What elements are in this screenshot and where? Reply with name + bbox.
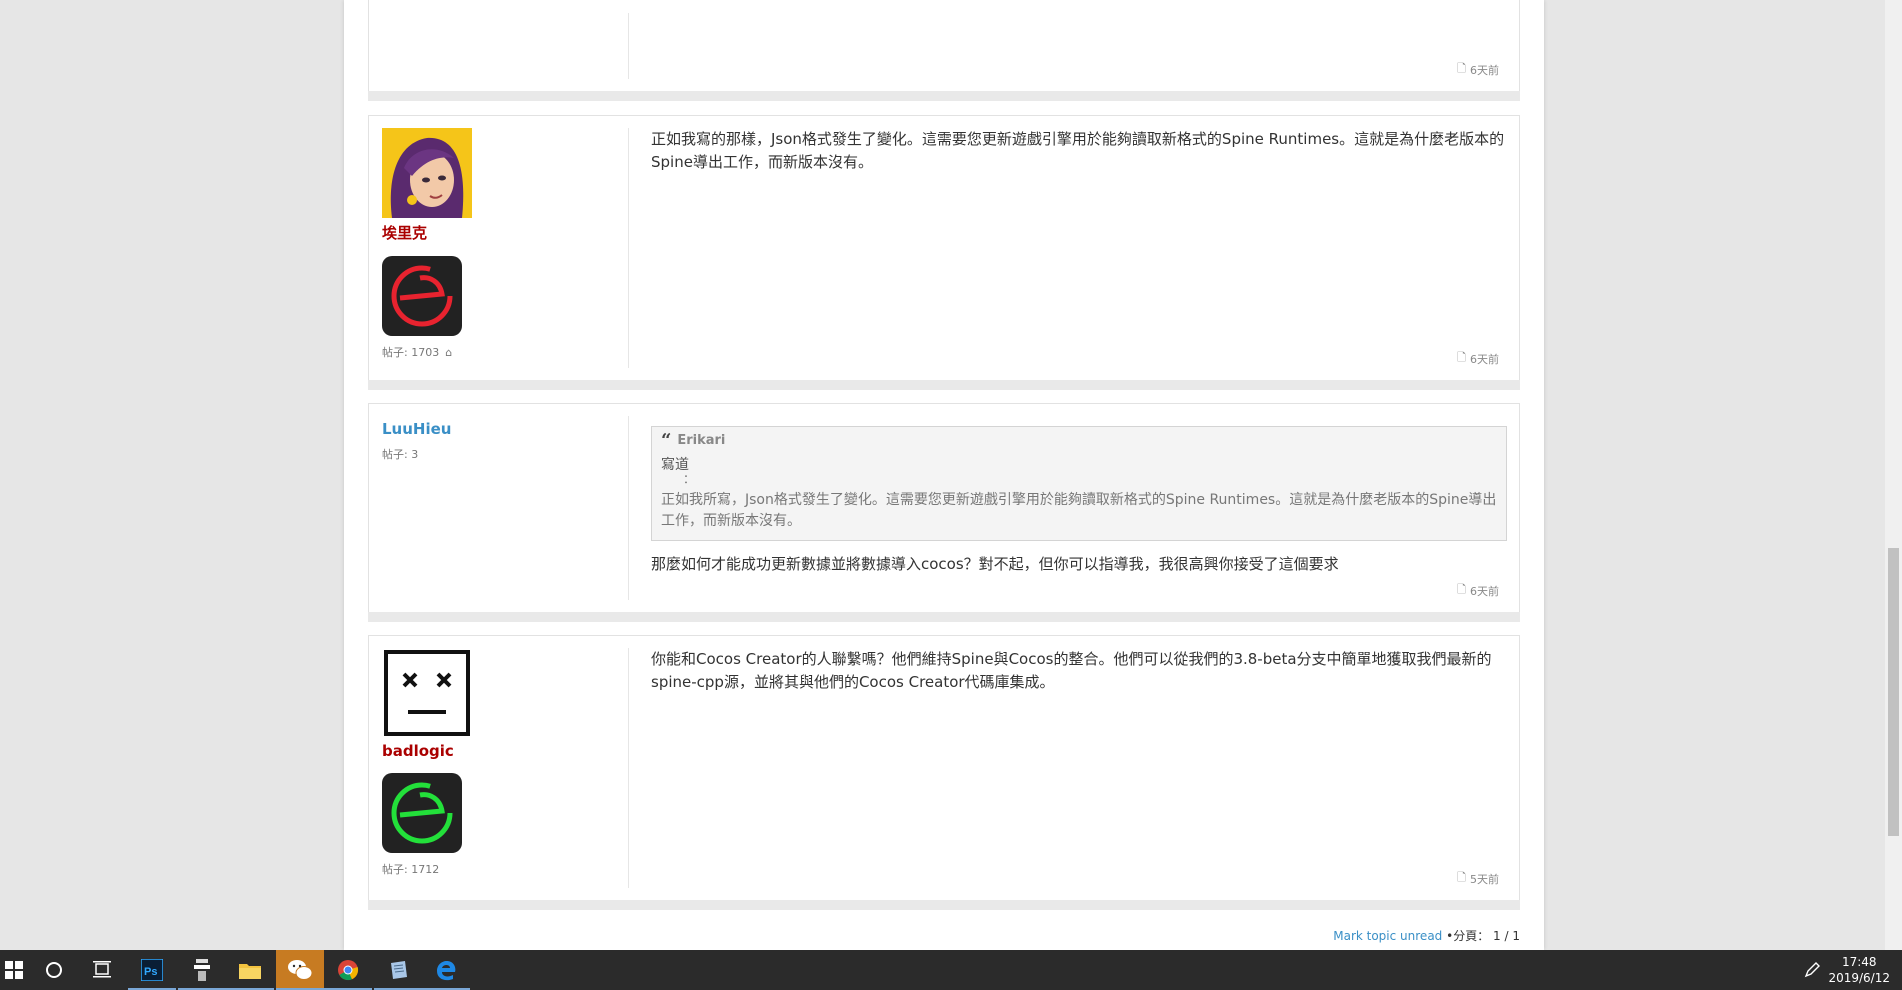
post-timestamp: 🗋 6天前 bbox=[1457, 349, 1499, 368]
quote-body: 正如我所寫，Json格式發生了變化。這需要您更新遊戲引擎用於能夠讀取新格式的Sp… bbox=[661, 492, 1497, 529]
post-content: 正如我寫的那樣，Json格式發生了變化。這需要您更新遊戲引擎用於能夠讀取新格式的… bbox=[651, 128, 1507, 174]
post-profile: badlogic 帖子: 1712 bbox=[369, 636, 629, 900]
pagination-value: 1 / 1 bbox=[1493, 929, 1520, 943]
forum-page: 🗋 6天前 埃里克 帖子: 1703 ⌂ 正如我寫的那樣，Json格式發生了變化… bbox=[344, 0, 1544, 950]
post-count: 帖子: 1712 bbox=[382, 863, 440, 876]
clock-time: 17:48 bbox=[1841, 955, 1877, 969]
post-profile bbox=[369, 0, 629, 91]
post-timestamp: 🗋 6天前 bbox=[1457, 581, 1499, 600]
topic-footer: Mark topic unread •分頁： 1 / 1 bbox=[1333, 929, 1520, 943]
post-count: 帖子: 3 bbox=[382, 448, 419, 461]
wechat-icon[interactable] bbox=[276, 950, 324, 990]
post-profile: LuuHieu 帖子: 3 bbox=[369, 404, 629, 612]
post: 埃里克 帖子: 1703 ⌂ 正如我寫的那樣，Json格式發生了變化。這需要您更… bbox=[368, 115, 1520, 390]
tool-app-icon[interactable] bbox=[178, 950, 226, 990]
mark-topic-unread-link[interactable]: Mark topic unread bbox=[1333, 929, 1442, 943]
quote-author[interactable]: Erikari bbox=[677, 433, 725, 448]
post-timestamp: 🗋 6天前 bbox=[1457, 60, 1499, 79]
file-icon: 🗋 bbox=[1457, 351, 1466, 364]
post-body: 那麼如何才能成功更新數據並將數據導入cocos？對不起，但你可以指導我，我很高興… bbox=[651, 555, 1339, 573]
task-view-icon[interactable] bbox=[78, 950, 126, 990]
username[interactable]: 埃里克 bbox=[382, 222, 628, 243]
post-body: 你能和Cocos Creator的人聯繫嗎？他們維持Spine與Cocos的整合… bbox=[651, 650, 1492, 691]
quote-icon: “ bbox=[661, 429, 672, 451]
post-profile: 埃里克 帖子: 1703 ⌂ bbox=[369, 116, 629, 380]
admin-rank-logo bbox=[382, 256, 462, 336]
avatar[interactable] bbox=[382, 128, 472, 218]
pagination-label: 分頁： bbox=[1453, 929, 1490, 943]
search-circle-icon[interactable] bbox=[30, 950, 78, 990]
avatar[interactable] bbox=[382, 648, 472, 738]
post-timestamp: 🗋 5天前 bbox=[1457, 869, 1499, 888]
username[interactable]: badlogic bbox=[382, 742, 628, 760]
post: 🗋 6天前 bbox=[368, 0, 1520, 101]
file-icon: 🗋 bbox=[1457, 62, 1466, 75]
scrollbar-thumb[interactable] bbox=[1888, 548, 1899, 836]
clock-date: 2019/6/12 bbox=[1828, 971, 1890, 985]
post-count: 帖子: 1703 ⌂ bbox=[382, 345, 453, 360]
post-content: 你能和Cocos Creator的人聯繫嗎？他們維持Spine與Cocos的整合… bbox=[651, 648, 1507, 694]
file-icon: 🗋 bbox=[1457, 583, 1466, 596]
post: badlogic 帖子: 1712 你能和Cocos Creator的人聯繫嗎？… bbox=[368, 635, 1520, 910]
quote-colon: ： bbox=[683, 472, 696, 486]
quote-header: “ Erikari bbox=[661, 429, 1497, 451]
home-icon[interactable]: ⌂ bbox=[445, 346, 452, 359]
chrome-icon[interactable] bbox=[324, 950, 372, 990]
post-body: 正如我寫的那樣，Json格式發生了變化。這需要您更新遊戲引擎用於能夠讀取新格式的… bbox=[651, 130, 1505, 171]
photoshop-icon[interactable]: Ps bbox=[128, 950, 176, 990]
file-icon: 🗋 bbox=[1457, 871, 1466, 884]
svg-text:Ps: Ps bbox=[144, 966, 157, 978]
quote-block: “ Erikari 寫道 ： 正如我所寫，Json格式發生了變化。這需要您更新遊… bbox=[651, 426, 1507, 541]
username[interactable]: LuuHieu bbox=[382, 420, 628, 438]
taskbar-clock[interactable]: 17:48 2019/6/12 bbox=[1828, 954, 1890, 986]
notepad-icon[interactable] bbox=[374, 950, 422, 990]
post-content: “ Erikari 寫道 ： 正如我所寫，Json格式發生了變化。這需要您更新遊… bbox=[651, 426, 1507, 576]
post: LuuHieu 帖子: 3 “ Erikari 寫道 ： 正如我所寫，Json格… bbox=[368, 403, 1520, 622]
taskbar: Ps 17:48 2019/6/12 bbox=[0, 950, 1902, 990]
vertical-scrollbar[interactable] bbox=[1885, 0, 1902, 950]
edge-icon[interactable] bbox=[422, 950, 470, 990]
quote-wrote: 寫道 bbox=[661, 457, 689, 473]
staff-rank-logo bbox=[382, 773, 462, 853]
file-explorer-icon[interactable] bbox=[226, 950, 274, 990]
